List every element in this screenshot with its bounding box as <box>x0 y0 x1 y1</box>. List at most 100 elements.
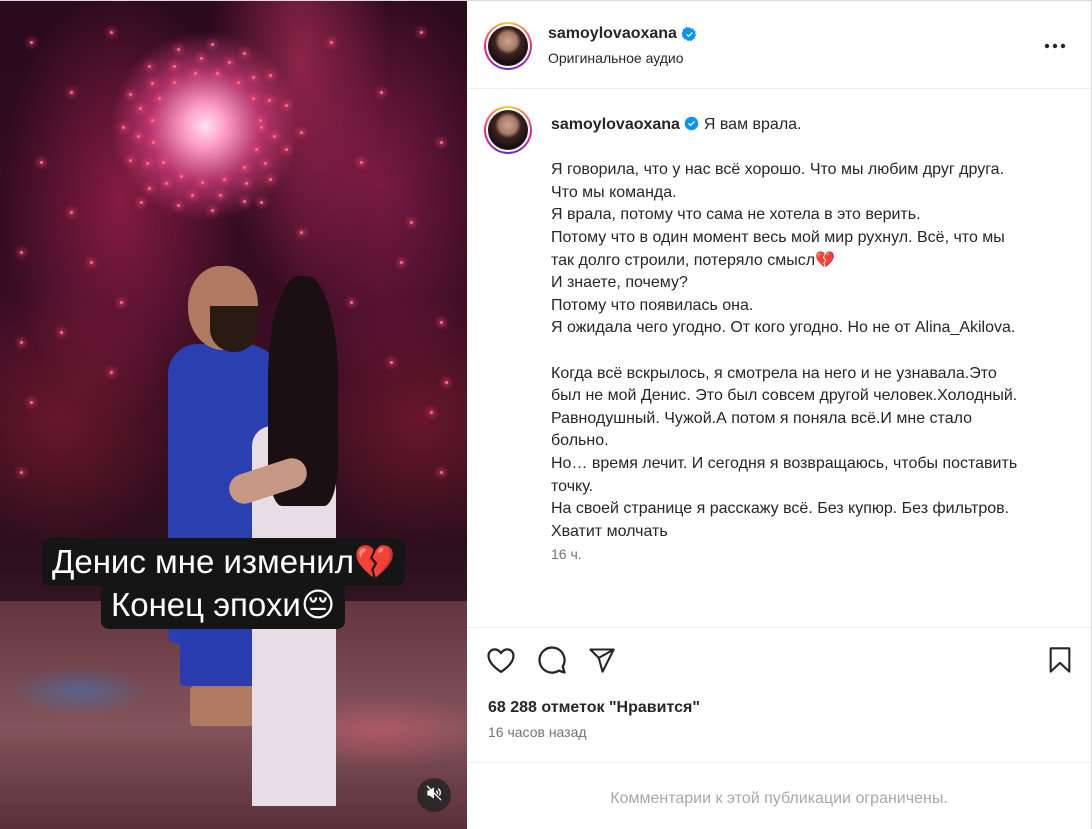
spark-decor <box>284 148 288 152</box>
spark-decor <box>223 177 227 181</box>
caption-line: так долго строили, потеряло смысл💔 <box>551 251 836 269</box>
spark-decor <box>148 186 152 190</box>
spark-decor <box>30 41 33 44</box>
caption-line: Но… время лечит. И сегодня я возвращаюсь… <box>551 454 1018 472</box>
author-username-link[interactable]: samoylovaoxana <box>548 25 677 43</box>
spark-decor <box>210 208 214 212</box>
bookmark-icon <box>1047 646 1073 679</box>
post-header: samoylovaoxana Оригинальное аудио <box>467 1 1091 89</box>
verified-badge-icon <box>684 116 699 131</box>
spark-decor <box>20 341 23 344</box>
caption-line: И знаете, почему? <box>551 274 688 292</box>
caption-line: точку. <box>551 477 594 495</box>
comment-button[interactable] <box>536 645 568 680</box>
video-overlay-text-line1: Денис мне изменил💔 <box>42 538 406 586</box>
spark-decor <box>300 231 303 234</box>
caption-line <box>551 340 1071 363</box>
speaker-muted-icon <box>426 785 442 806</box>
spark-decor <box>445 381 448 384</box>
share-button[interactable] <box>586 646 618 678</box>
spark-decor <box>173 81 177 85</box>
spark-decor <box>252 75 256 79</box>
spark-decor <box>136 135 140 139</box>
spark-decor <box>177 204 181 208</box>
spark-decor <box>110 31 113 34</box>
spark-decor <box>242 166 246 170</box>
spark-decor <box>60 331 63 334</box>
caption-line <box>551 137 1071 160</box>
spark-decor <box>255 147 259 151</box>
comment-icon <box>537 645 567 680</box>
spark-decor <box>173 64 177 68</box>
caption-text: samoylovaoxana Я вам врала. Я говорила, … <box>551 114 1071 543</box>
comments-restricted-text: Комментарии к этой публикации ограничены… <box>610 790 948 807</box>
spark-decor <box>260 201 263 204</box>
caption-line: Я ожидала чего угодно. От кого угодно. Н… <box>551 319 1016 337</box>
spark-decor <box>128 92 132 96</box>
spark-decor <box>236 81 240 85</box>
spark-decor <box>244 182 248 186</box>
caption-line: Когда всё вскрылось, я смотрела на него … <box>551 364 997 382</box>
spark-decor <box>40 161 43 164</box>
caption-line: Что мы команда. <box>551 183 677 201</box>
spark-decor <box>284 103 288 107</box>
spark-decor <box>251 97 255 101</box>
caption-line: Хватит молчать <box>551 522 668 540</box>
spark-decor <box>158 97 161 101</box>
spark-decor <box>410 221 413 224</box>
spark-decor <box>440 141 443 144</box>
mute-button[interactable] <box>417 778 451 812</box>
more-options-button[interactable] <box>1041 31 1069 59</box>
spark-decor <box>219 193 223 197</box>
share-icon <box>588 646 616 679</box>
spark-decor <box>260 126 263 129</box>
spark-decor <box>30 401 33 404</box>
spark-decor <box>273 135 277 139</box>
spark-decor <box>210 43 214 47</box>
save-button[interactable] <box>1044 646 1076 678</box>
likes-count[interactable]: 68 288 отметок "Нравится" <box>488 699 700 717</box>
caption-author-avatar[interactable] <box>484 106 532 154</box>
spark-decor <box>110 371 113 374</box>
caption-line: Потому что в один момент весь мой мир ру… <box>551 228 1005 246</box>
author-avatar[interactable] <box>484 22 532 70</box>
spark-decor <box>70 91 73 94</box>
spark-decor <box>190 193 194 197</box>
spark-decor <box>360 161 363 164</box>
spark-decor <box>430 411 433 414</box>
spark-decor <box>259 118 263 122</box>
video-overlay-text-line2: Конец эпохи😔 <box>101 581 346 629</box>
spark-decor <box>268 98 272 102</box>
caption-line: больно. <box>551 432 609 450</box>
spark-decor <box>269 73 273 77</box>
audio-link[interactable]: Оригинальное аудио <box>548 50 684 66</box>
caption-timestamp: 16 ч. <box>551 546 582 562</box>
spark-decor <box>390 361 393 364</box>
like-button[interactable] <box>485 646 517 678</box>
spark-decor <box>138 107 142 111</box>
post-side-panel: samoylovaoxana Оригинальное аудио samoyl… <box>467 1 1091 829</box>
caption-line: Я говорила, что у нас всё хорошо. Что мы… <box>551 161 1005 179</box>
spark-decor <box>300 131 303 134</box>
spark-decor <box>165 182 169 186</box>
post-video[interactable]: Денис мне изменил💔 Конец эпохи😔 <box>0 1 467 829</box>
spark-decor <box>146 161 150 165</box>
spark-decor <box>400 261 403 264</box>
caption-line: На своей странице я расскажу всё. Без ку… <box>551 500 1010 518</box>
spark-decor <box>228 60 232 64</box>
spark-decor <box>152 140 156 144</box>
post-dialog: Денис мне изменил💔 Конец эпохи😔 samoylov… <box>0 0 1092 829</box>
spark-decor <box>140 201 143 204</box>
spark-decor <box>122 126 125 129</box>
post-date[interactable]: 16 часов назад <box>488 724 587 740</box>
spark-decor <box>128 159 132 163</box>
caption-first-line: Я вам врала. <box>703 116 802 133</box>
spark-decor <box>70 211 73 214</box>
spark-decor <box>151 82 155 86</box>
post-actions: 68 288 отметок "Нравится" 16 часов назад <box>467 627 1091 762</box>
spark-decor <box>263 161 267 165</box>
spark-decor <box>440 471 443 474</box>
caption-username-link[interactable]: samoylovaoxana <box>551 116 680 133</box>
spark-decor <box>179 174 183 178</box>
spark-decor <box>330 41 333 44</box>
